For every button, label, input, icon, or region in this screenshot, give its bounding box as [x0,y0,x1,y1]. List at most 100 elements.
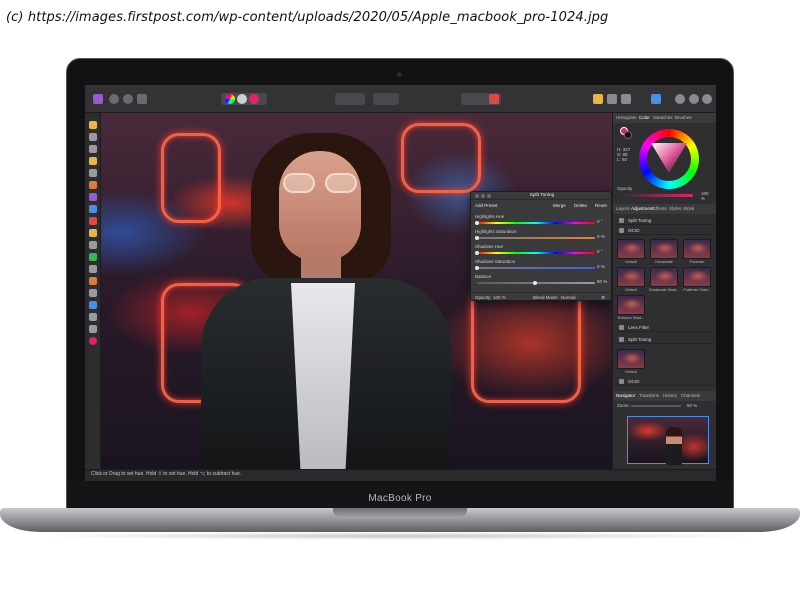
zoom-value[interactable]: 50 % [687,403,697,408]
adjustment-label: Split Toning [628,218,652,223]
tab-styles[interactable]: Styles [669,206,681,211]
preset-label: Posterize Shad... [683,288,711,292]
tab-history[interactable]: History [663,393,677,398]
tab-transform[interactable]: Transform [639,393,659,398]
pen-tool-icon[interactable] [89,289,97,297]
slider-value[interactable]: 50 % [597,279,607,284]
flood-fill-icon[interactable] [89,181,97,189]
toolbar-arrange-group[interactable] [373,93,399,105]
persona-icon[interactable] [109,94,119,104]
background-color-swatch[interactable] [624,131,632,139]
contrast-icon[interactable] [237,94,247,104]
grid-icon[interactable] [607,94,617,104]
color-swatch-icon[interactable] [89,337,97,345]
adjustment-slider[interactable] [477,267,595,269]
navigator-preview[interactable] [627,416,709,465]
adjustment-item[interactable]: Split Toning [616,216,714,225]
slider-knob[interactable] [533,281,537,285]
view-tool-icon[interactable] [89,133,97,141]
opacity-slider[interactable] [621,194,693,197]
adjustment-slider[interactable] [477,252,595,254]
crop-tool-icon[interactable] [89,145,97,153]
guides-icon[interactable] [621,94,631,104]
selection-brush-icon[interactable] [89,157,97,165]
tab-swatches[interactable]: Swatches [653,115,673,120]
zoom-label: Zoom: [617,403,630,408]
tab-adjustment[interactable]: Adjustment [631,206,654,211]
gear-icon[interactable]: ⚙ [601,295,605,301]
toolbar-selection-group[interactable] [335,93,365,105]
preset-thumbnail[interactable] [650,239,678,259]
status-bar: Click or Drag to set hue. Hold ⇧ to set … [85,469,716,481]
paint-brush-icon[interactable] [89,205,97,213]
slider-value[interactable]: 0 ° [597,219,603,224]
slider-knob[interactable] [475,236,479,240]
shape-tool-icon[interactable] [89,301,97,309]
view-icon[interactable] [689,94,699,104]
align-icon[interactable] [651,94,661,104]
tab-effects[interactable]: Effects [653,206,667,211]
slider-knob[interactable] [475,266,479,270]
adjustment-slider[interactable] [477,222,595,224]
adjustment-item[interactable]: OCIO [616,226,714,235]
erase-brush-icon[interactable] [89,229,97,237]
slider-value[interactable]: 0 % [597,234,605,239]
persona-icon[interactable] [123,94,133,104]
zoom-tool-icon[interactable] [89,325,97,333]
slider-value[interactable]: 0 % [597,264,605,269]
text-tool-icon[interactable] [89,313,97,321]
blend-mode-select[interactable]: Normal [561,295,576,300]
tab-navigator[interactable]: Navigator [616,393,635,398]
image-credit: (c) https://images.firstpost.com/wp-cont… [6,10,609,25]
reset-button[interactable]: Reset [595,203,607,208]
preset-thumbnail[interactable] [650,267,678,287]
laptop-shadow [30,532,770,540]
marquee-tool-icon[interactable] [89,169,97,177]
layer-panel-tabs: Layers Adjustment Effects Styles Stock [613,204,716,214]
tab-stock[interactable]: Stock [683,206,694,211]
opacity-value[interactable]: 100 % [493,295,506,300]
share-icon[interactable] [137,94,147,104]
slider-knob[interactable] [475,251,479,255]
tab-color[interactable]: Color [639,115,650,120]
tab-histogram[interactable]: Histogram [616,115,637,120]
preset-thumbnail[interactable] [683,267,711,287]
move-tool-icon[interactable] [89,121,97,129]
preset-label: Desaturate Shad... [649,288,679,292]
slider-label: Highlights Hue [475,214,505,219]
pixel-tool-icon[interactable] [89,217,97,225]
help-icon[interactable] [702,94,712,104]
preset-thumbnail[interactable] [617,295,645,315]
opacity-value[interactable]: 100 % [701,191,713,201]
color-wheel-icon[interactable] [225,94,235,104]
clone-tool-icon[interactable] [89,253,97,261]
delete-button[interactable]: Delete [574,203,587,208]
preset-thumbnail[interactable] [683,239,711,259]
add-preset-button[interactable]: Add Preset [475,203,497,208]
preset-thumbnail[interactable] [617,239,645,259]
adjustment-slider[interactable] [477,237,595,239]
adjustment-item[interactable]: Split Toning [616,335,714,344]
tab-layers[interactable]: Layers [616,206,630,211]
dialog-footer: Opacity: 100 % Blend Mode: Normal ⚙ [471,292,612,301]
dodge-tool-icon[interactable] [89,241,97,249]
adjustment-item[interactable]: OCIO [616,377,714,386]
inpainting-icon[interactable] [89,277,97,285]
tab-channels[interactable]: Channels [681,393,700,398]
slider-knob[interactable] [475,221,479,225]
snapping-icon[interactable] [593,94,603,104]
adjustment-label: Split Toning [628,337,652,342]
brush-icon[interactable] [489,94,499,104]
adjustment-item[interactable]: Lens Filter [616,323,714,332]
merge-button[interactable]: Merge [553,203,566,208]
hsl-icon[interactable] [249,94,259,104]
preset-thumbnail[interactable] [617,267,645,287]
photo-canvas[interactable]: Split Toning Add Preset Merge Delete Res… [101,113,612,469]
slider-value[interactable]: 0 ° [597,249,603,254]
gradient-tool-icon[interactable] [89,193,97,201]
assistant-icon[interactable] [675,94,685,104]
zoom-slider[interactable] [631,405,681,407]
preset-thumbnail[interactable] [617,349,645,369]
tab-brushes[interactable]: Brushes [675,115,692,120]
blur-tool-icon[interactable] [89,265,97,273]
